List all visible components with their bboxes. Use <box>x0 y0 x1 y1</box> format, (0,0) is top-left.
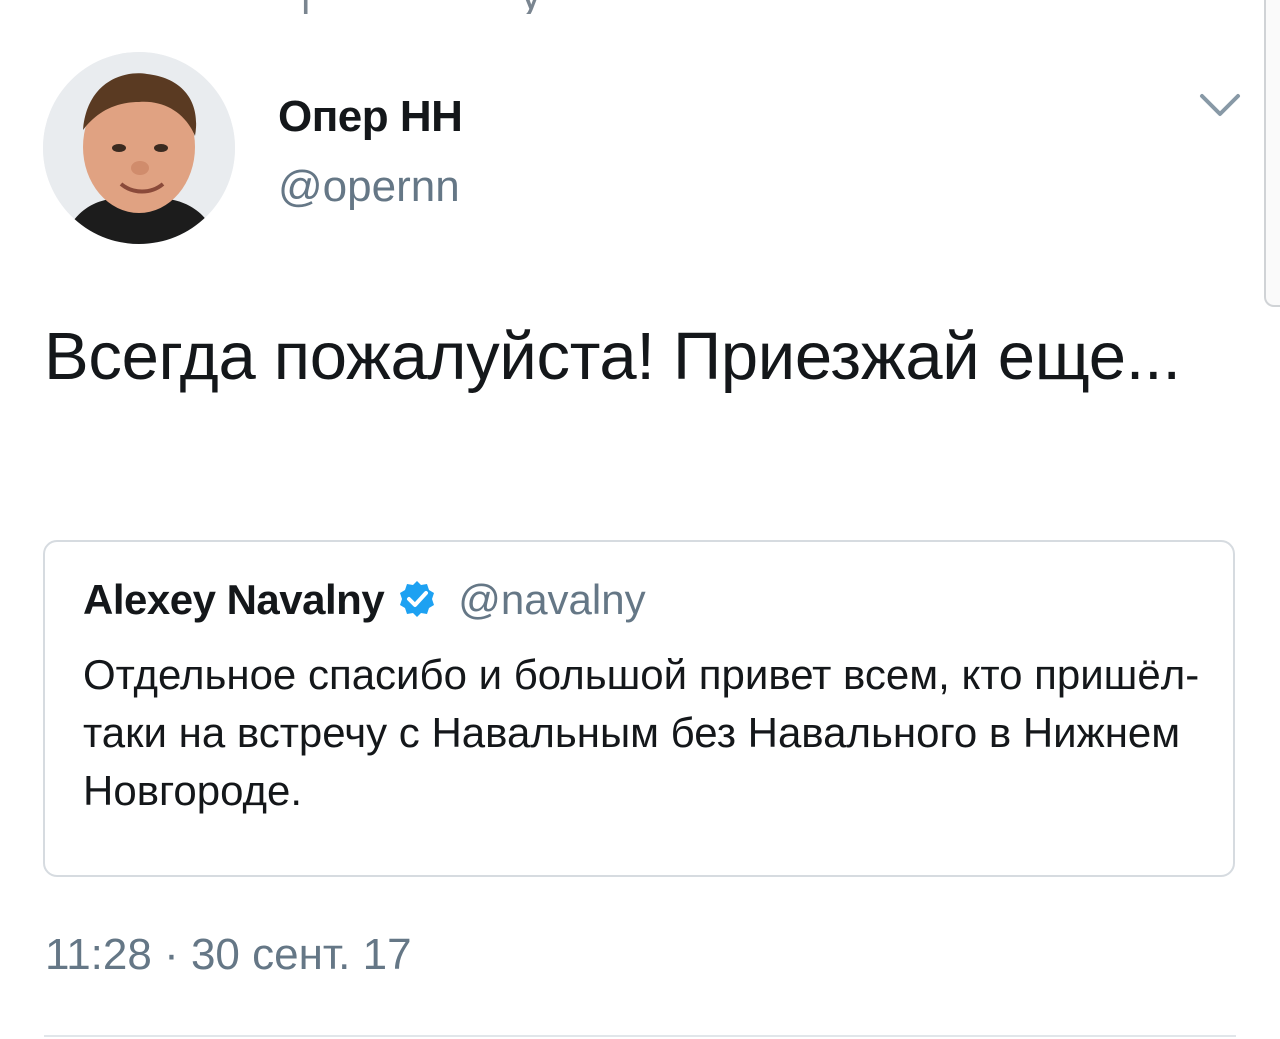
tweet-detail-view: | y Опер НН @opernn Всегда пожалуйста! П… <box>0 0 1280 1039</box>
scrollbar-edge[interactable] <box>1264 0 1280 307</box>
quoted-author-name: Alexey Navalny <box>83 576 385 623</box>
quoted-tweet-text: Отдельное спасибо и большой привет всем,… <box>83 651 1200 814</box>
quoted-author-handle: @navalny <box>458 576 646 623</box>
author-handle[interactable]: @opernn <box>278 162 460 212</box>
chevron-down-icon[interactable] <box>1198 90 1242 120</box>
previous-content-edge: | y <box>0 0 1280 14</box>
tweet-timestamp[interactable]: 11:28 · 30 сент. 17 <box>45 930 412 980</box>
quoted-tweet-card[interactable]: Alexey Navalny @navalny Отдельное спасиб… <box>43 540 1235 877</box>
divider <box>44 1035 1236 1037</box>
tweet-text: Всегда пожалуйста! Приезжай еще... <box>44 319 1181 394</box>
author-display-name[interactable]: Опер НН <box>278 92 463 142</box>
author-avatar[interactable] <box>43 52 235 244</box>
avatar-photo-icon <box>43 52 235 244</box>
verified-badge-icon <box>396 579 438 621</box>
quoted-tweet-header: Alexey Navalny @navalny <box>83 576 646 624</box>
